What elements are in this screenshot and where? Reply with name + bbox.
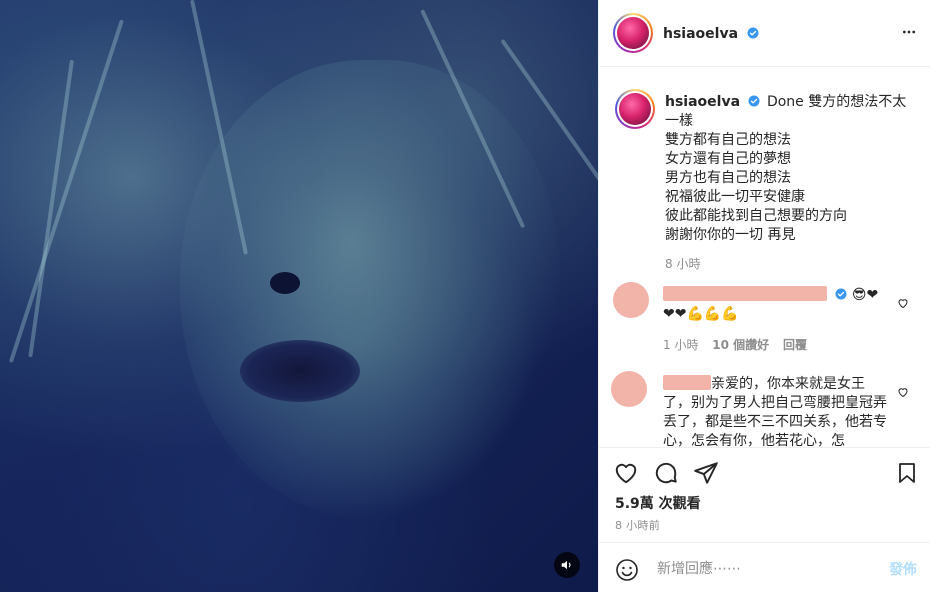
caption-line: 雙方都有自己的想法: [665, 132, 791, 148]
comment-text: ❤❤💪💪💪: [663, 306, 739, 322]
comment-emoji: 😎❤: [851, 287, 879, 303]
video-hair-strand: [8, 19, 124, 363]
caption-author-avatar[interactable]: [615, 89, 655, 129]
caption-line: 彼此都能找到自己想要的方向: [665, 208, 847, 224]
caption-time[interactable]: 8 小時: [665, 255, 917, 274]
comment-composer: 發佈: [599, 542, 930, 593]
verified-badge-icon: [835, 288, 847, 300]
comment-item: 亲爱的，你本来就是女王了，别为了男人把自己弯腰把皇冠弄丢了，都是些不三不四关系，…: [611, 371, 923, 447]
redacted-username[interactable]: [663, 375, 711, 390]
emoji-smiley-icon[interactable]: [615, 558, 639, 586]
comment-time[interactable]: 1 小時: [663, 338, 698, 352]
caption-line: 男方也有自己的想法: [665, 170, 791, 186]
video-shadow: [270, 272, 300, 294]
post-video[interactable]: [0, 0, 598, 592]
speaker-muted-icon[interactable]: [554, 552, 580, 578]
video-hair-strand: [28, 59, 74, 358]
post-side-panel: hsiaoelva hsiaoelva Done 雙方的想法不太一樣 雙方都有自…: [598, 0, 930, 592]
caption-line: 女方還有自己的夢想: [665, 151, 791, 167]
comments-list[interactable]: hsiaoelva Done 雙方的想法不太一樣 雙方都有自己的想法 女方還有自…: [599, 67, 930, 447]
post-header: hsiaoelva: [599, 0, 930, 67]
like-comment-heart-icon[interactable]: [897, 383, 909, 402]
caption-line: 祝福彼此一切平安健康: [665, 189, 805, 205]
comment-bubble-icon[interactable]: [653, 460, 679, 490]
instagram-post-view: hsiaoelva hsiaoelva Done 雙方的想法不太一樣 雙方都有自…: [0, 0, 930, 592]
share-paper-plane-icon[interactable]: [693, 460, 719, 490]
post-actions: 5.9萬 次觀看 8 小時前: [599, 447, 930, 543]
caption-text: hsiaoelva Done 雙方的想法不太一樣 雙方都有自己的想法 女方還有自…: [665, 93, 917, 274]
comment-input[interactable]: [655, 553, 879, 585]
comment-body: 😎❤ ❤❤💪💪💪 1 小時 10 個讚好 回覆: [663, 286, 889, 355]
more-options-icon[interactable]: [901, 24, 917, 44]
view-count[interactable]: 5.9萬 次觀看: [615, 493, 701, 513]
post-timestamp[interactable]: 8 小時前: [615, 517, 660, 533]
comment-likes[interactable]: 10 個讚好: [712, 338, 769, 352]
caption-username[interactable]: hsiaoelva: [665, 94, 740, 110]
commenter-avatar-redacted[interactable]: [611, 371, 647, 407]
like-heart-icon[interactable]: [613, 460, 639, 490]
commenter-avatar-redacted[interactable]: [613, 282, 649, 318]
comment-body: 亲爱的，你本来就是女王了，别为了男人把自己弯腰把皇冠弄丢了，都是些不三不四关系，…: [663, 375, 889, 447]
post-comment-button[interactable]: 發佈: [889, 559, 917, 579]
like-comment-heart-icon[interactable]: [897, 294, 909, 313]
redacted-username[interactable]: [663, 286, 827, 301]
video-face-shade: [180, 60, 560, 520]
author-avatar[interactable]: [613, 13, 653, 53]
comment-meta: 1 小時 10 個讚好 回覆: [663, 336, 889, 355]
author-username[interactable]: hsiaoelva: [663, 26, 738, 42]
save-bookmark-icon[interactable]: [895, 460, 919, 490]
reply-button[interactable]: 回覆: [783, 338, 807, 352]
verified-badge-icon: [747, 27, 759, 39]
video-shadow-lips: [240, 340, 360, 402]
verified-badge-icon: [748, 95, 760, 107]
comment-item: 😎❤ ❤❤💪💪💪 1 小時 10 個讚好 回覆: [613, 282, 923, 362]
caption-line: 謝謝你你的一切 再見: [665, 227, 796, 243]
